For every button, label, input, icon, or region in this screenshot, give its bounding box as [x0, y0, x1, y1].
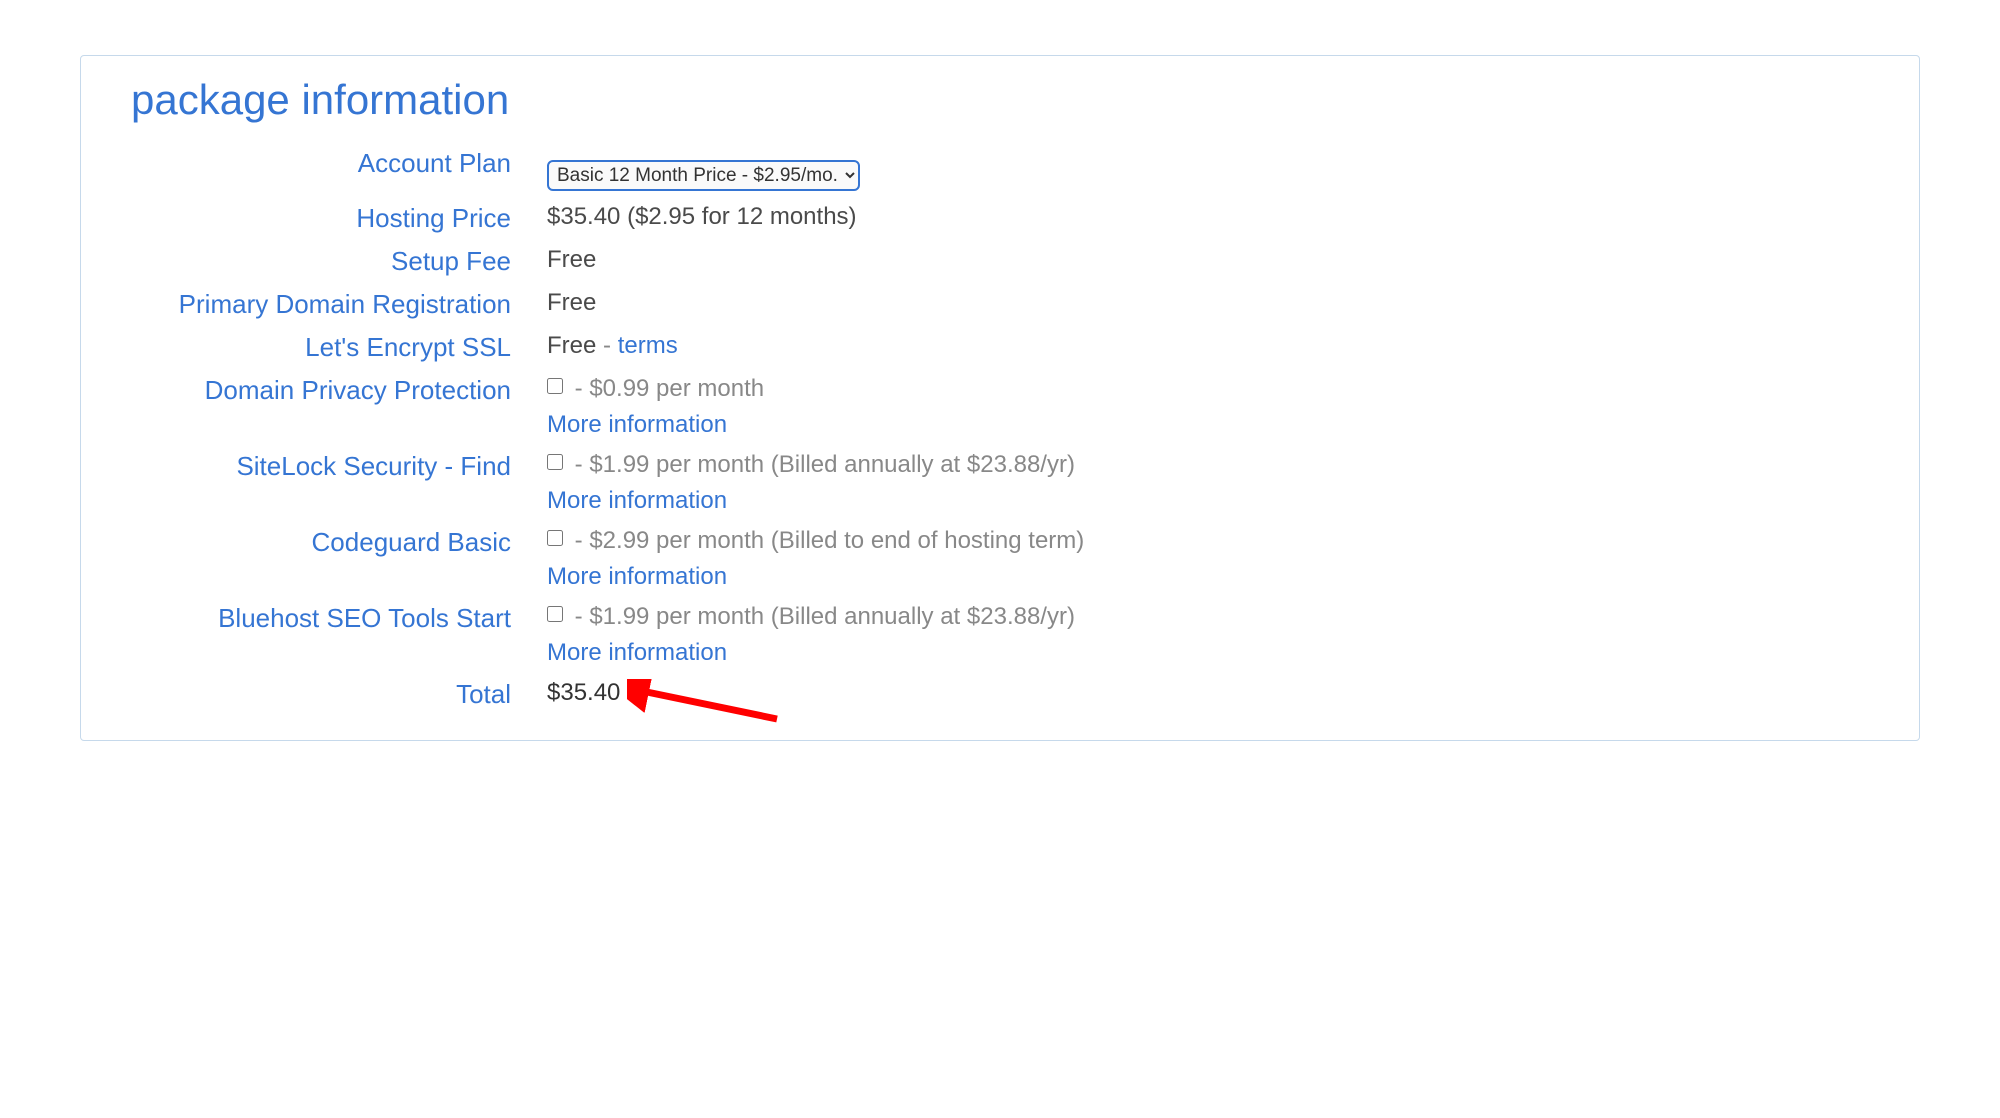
sitelock-more-info[interactable]: More information — [547, 487, 1869, 515]
lets-encrypt-free: Free — [547, 332, 596, 359]
account-plan-value: Basic 12 Month Price - $2.95/mo. — [547, 144, 1869, 191]
total-label: Total — [131, 675, 511, 710]
sitelock-checkbox[interactable] — [547, 454, 563, 470]
domain-privacy-label: Domain Privacy Protection — [131, 371, 511, 406]
codeguard-more-info[interactable]: More information — [547, 563, 1869, 591]
primary-domain-value: Free — [547, 285, 1869, 317]
codeguard-label: Codeguard Basic — [131, 523, 511, 558]
lets-encrypt-label: Let's Encrypt SSL — [131, 328, 511, 363]
sitelock-value: - $1.99 per month (Billed annually at $2… — [547, 447, 1869, 515]
panel-title: package information — [131, 76, 1869, 124]
seo-tools-value: - $1.99 per month (Billed annually at $2… — [547, 599, 1869, 667]
lets-encrypt-dash: - — [596, 332, 617, 359]
domain-privacy-more-info[interactable]: More information — [547, 411, 1869, 439]
account-plan-select[interactable]: Basic 12 Month Price - $2.95/mo. — [547, 160, 860, 191]
seo-tools-label: Bluehost SEO Tools Start — [131, 599, 511, 634]
setup-fee-value: Free — [547, 242, 1869, 274]
hosting-price-value: $35.40 ($2.95 for 12 months) — [547, 199, 1869, 231]
sitelock-label: SiteLock Security - Find — [131, 447, 511, 482]
seo-tools-checkbox[interactable] — [547, 606, 563, 622]
codeguard-checkbox[interactable] — [547, 530, 563, 546]
domain-privacy-price: - $0.99 per month — [568, 375, 764, 402]
package-form-grid: Account Plan Basic 12 Month Price - $2.9… — [131, 144, 1869, 710]
account-plan-label: Account Plan — [131, 144, 511, 179]
domain-privacy-checkbox[interactable] — [547, 378, 563, 394]
sitelock-price: - $1.99 per month (Billed annually at $2… — [568, 451, 1075, 478]
arrow-annotation-icon — [627, 679, 787, 729]
domain-privacy-value: - $0.99 per month More information — [547, 371, 1869, 439]
total-value: $35.40 — [547, 679, 620, 706]
lets-encrypt-terms-link[interactable]: terms — [618, 332, 678, 359]
hosting-price-label: Hosting Price — [131, 199, 511, 234]
codeguard-price: - $2.99 per month (Billed to end of host… — [568, 527, 1084, 554]
setup-fee-label: Setup Fee — [131, 242, 511, 277]
codeguard-value: - $2.99 per month (Billed to end of host… — [547, 523, 1869, 591]
total-value-cell: $35.40 — [547, 675, 1869, 707]
package-information-panel: package information Account Plan Basic 1… — [80, 55, 1920, 741]
lets-encrypt-value: Free - terms — [547, 328, 1869, 360]
seo-tools-price: - $1.99 per month (Billed annually at $2… — [568, 603, 1075, 630]
primary-domain-label: Primary Domain Registration — [131, 285, 511, 320]
seo-tools-more-info[interactable]: More information — [547, 639, 1869, 667]
